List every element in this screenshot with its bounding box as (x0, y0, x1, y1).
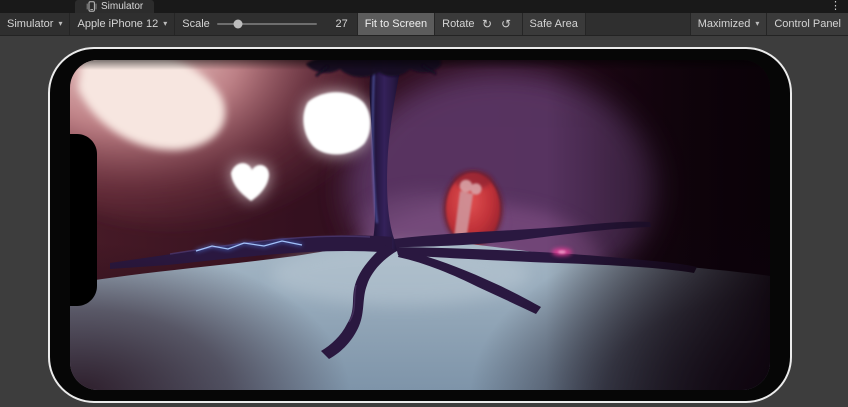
scale-slider[interactable] (217, 13, 317, 35)
chevron-down-icon: ▾ (755, 20, 759, 28)
scale-value: 27 (322, 13, 357, 35)
simulator-menu-dropdown[interactable]: Simulator ▾ (0, 13, 69, 35)
device-frame (48, 47, 792, 403)
device-dropdown[interactable]: Apple iPhone 12 ▾ (70, 13, 174, 35)
tab-bar: Simulator ⋮ (0, 0, 848, 13)
safe-area-button[interactable]: Safe Area (523, 13, 585, 35)
rotate-controls: Rotate ↻ ↺ (435, 13, 521, 35)
scale-label: Scale (175, 13, 212, 35)
tab-simulator[interactable]: Simulator (75, 0, 154, 13)
scale-slider-track[interactable] (217, 23, 317, 25)
control-panel-button[interactable]: Control Panel (767, 13, 848, 35)
game-scene (70, 60, 770, 390)
device-simulator-icon (86, 1, 97, 12)
top-shadow (70, 60, 770, 70)
simulator-viewport (0, 36, 848, 407)
toolbar-spacer (586, 13, 690, 35)
device-screen[interactable] (70, 60, 770, 390)
simulator-menu-label: Simulator (7, 18, 53, 30)
device-dropdown-label: Apple iPhone 12 (77, 18, 158, 30)
window-mode-dropdown[interactable]: Maximized ▾ (691, 13, 767, 35)
window-mode-label: Maximized (698, 18, 751, 30)
rotate-counterclockwise-icon[interactable]: ↺ (500, 18, 513, 31)
simulator-toolbar: Simulator ▾ Apple iPhone 12 ▾ Scale 27 F… (0, 13, 848, 36)
fit-to-screen-button[interactable]: Fit to Screen (358, 13, 434, 35)
rotate-label: Rotate (442, 18, 474, 30)
chevron-down-icon: ▾ (163, 20, 167, 28)
rotate-clockwise-icon[interactable]: ↻ (481, 18, 494, 31)
kebab-menu-icon[interactable]: ⋮ (827, 0, 844, 13)
chevron-down-icon: ▾ (58, 20, 62, 28)
scale-slider-thumb[interactable] (233, 20, 242, 29)
tab-label: Simulator (101, 1, 143, 12)
device-notch (70, 134, 97, 306)
